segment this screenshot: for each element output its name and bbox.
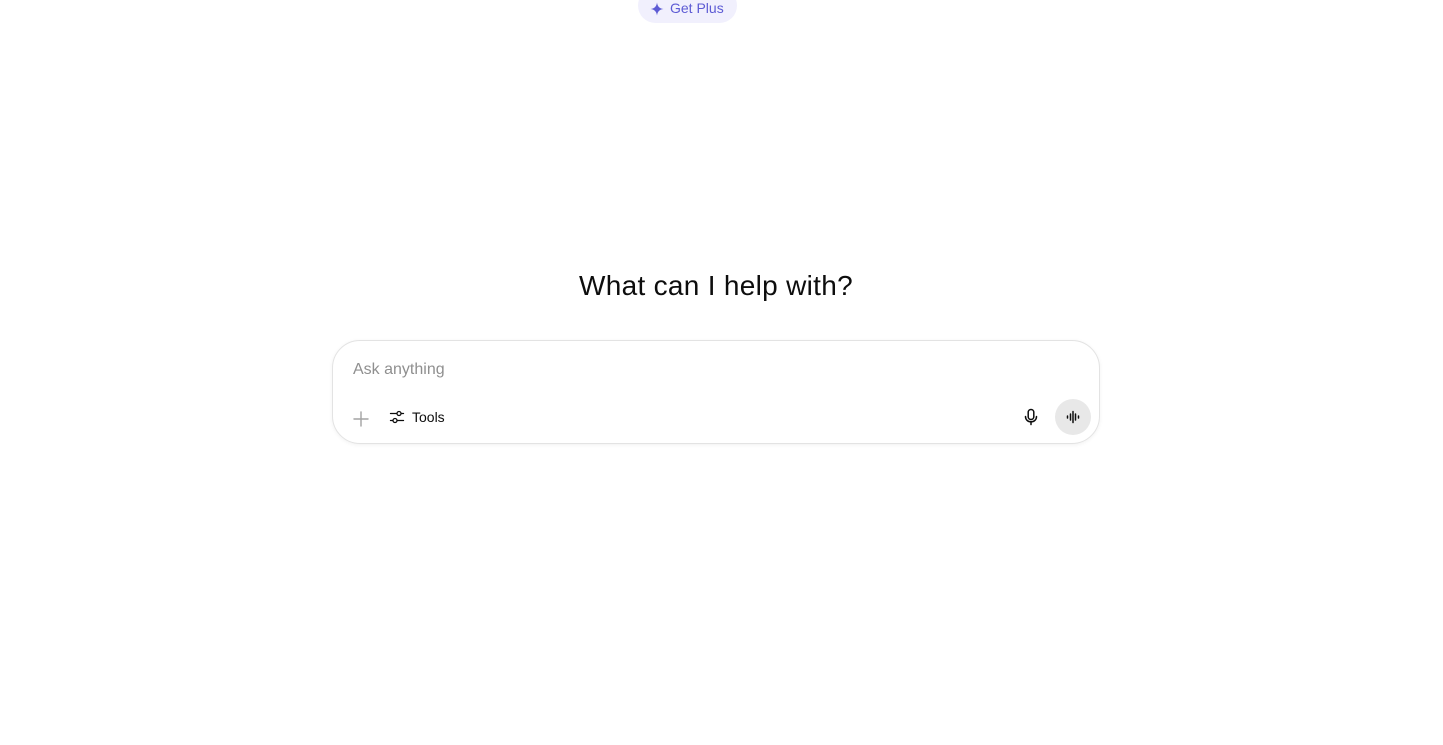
tools-label: Tools [412,409,445,425]
prompt-input[interactable] [353,357,1053,383]
plus-icon [353,411,369,427]
sliders-icon [389,409,405,425]
get-plus-label: Get Plus [670,0,724,16]
tools-button[interactable]: Tools [383,403,451,431]
page-title: What can I help with? [579,270,853,301]
page: Get Plus What can I help with? Tools [0,0,1443,745]
chat-composer: Tools [332,340,1100,444]
voice-mode-button[interactable] [1055,399,1091,435]
dictate-button[interactable] [1019,405,1043,429]
microphone-icon [1022,408,1040,426]
add-attachment-button[interactable] [349,407,373,431]
get-plus-button[interactable]: Get Plus [638,0,737,23]
sparkle-icon [650,2,664,16]
voice-waveform-icon [1065,409,1081,425]
